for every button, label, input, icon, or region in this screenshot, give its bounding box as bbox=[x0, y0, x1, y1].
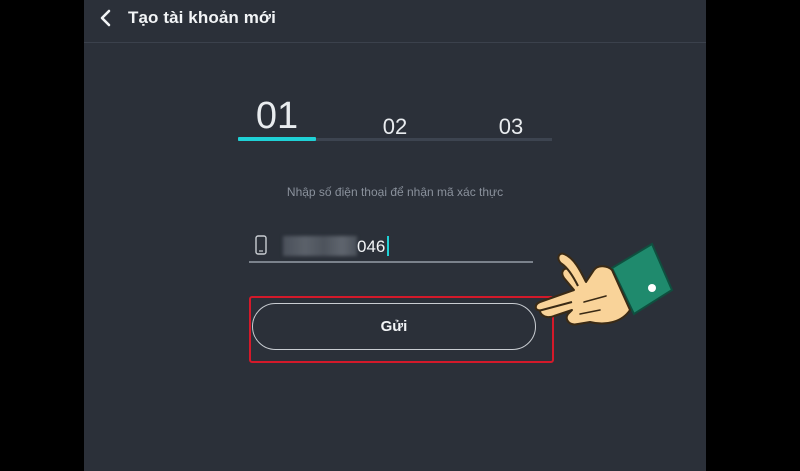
phone-hint: Nhập số điện thoại để nhận mã xác thực bbox=[286, 185, 504, 199]
page-title: Tạo tài khoản mới bbox=[128, 8, 276, 27]
phone-input[interactable] bbox=[357, 237, 477, 257]
phone-underline bbox=[249, 261, 533, 263]
back-button[interactable] bbox=[94, 6, 120, 32]
phone-icon bbox=[255, 235, 267, 255]
chevron-left-icon bbox=[100, 9, 111, 27]
phone-field[interactable] bbox=[249, 232, 533, 264]
obscured-phone-digits bbox=[283, 236, 357, 256]
top-bar: Tạo tài khoản mới bbox=[84, 0, 706, 43]
text-caret bbox=[387, 236, 389, 256]
step-active-bar bbox=[238, 137, 316, 141]
pointing-hand-icon bbox=[534, 242, 674, 326]
app-screen: Tạo tài khoản mới 01 02 03 Nhập số điện … bbox=[84, 0, 706, 471]
annotation-highlight-box bbox=[249, 296, 554, 363]
stage: Tạo tài khoản mới 01 02 03 Nhập số điện … bbox=[0, 0, 800, 471]
step-3: 03 bbox=[498, 114, 524, 139]
step-indicator: 01 02 03 bbox=[238, 95, 552, 145]
step-1: 01 bbox=[255, 95, 299, 137]
step-2: 02 bbox=[382, 114, 408, 139]
